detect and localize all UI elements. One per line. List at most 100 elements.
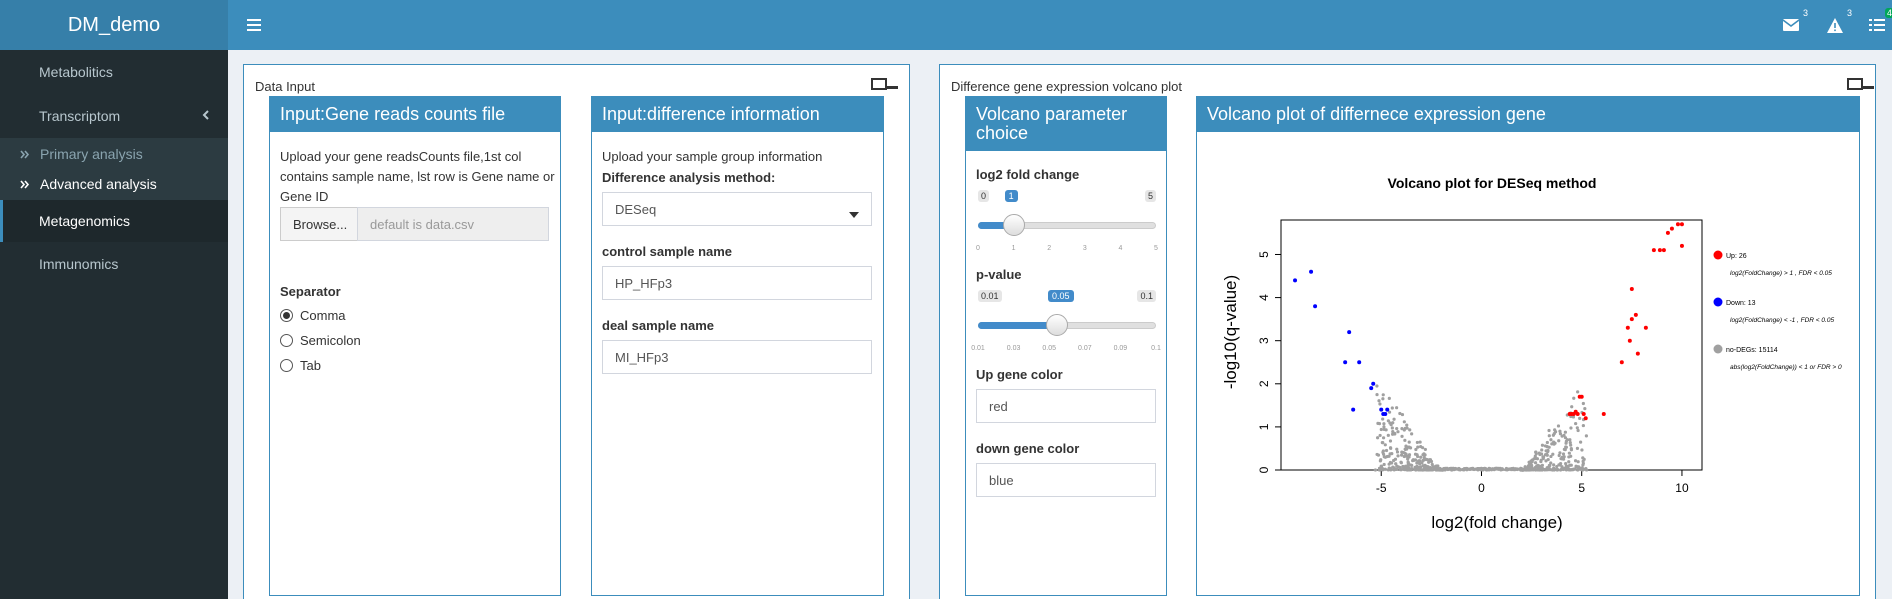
- non-deg-point: [1581, 423, 1585, 428]
- file-name-field[interactable]: default is data.csv: [357, 207, 549, 241]
- sidebar-item-immunomics[interactable]: Immunomics: [0, 248, 228, 280]
- warning-icon[interactable]: 3: [1824, 8, 1852, 36]
- non-deg-point: [1377, 466, 1382, 470]
- radio-unselected-icon: [280, 334, 293, 347]
- non-deg-point: [1569, 468, 1573, 472]
- non-deg-point: [1557, 463, 1561, 467]
- browse-button[interactable]: Browse...: [280, 207, 358, 241]
- non-deg-point: [1581, 459, 1585, 464]
- non-deg-point: [1381, 436, 1386, 440]
- deg-point-up: [1573, 409, 1578, 414]
- non-deg-point: [1395, 426, 1399, 431]
- non-deg-point: [1390, 406, 1394, 410]
- slider-value: 1: [1004, 190, 1018, 202]
- non-deg-point: [1381, 397, 1385, 401]
- sidebar-subitem-primary-analysis[interactable]: Primary analysis: [0, 139, 228, 169]
- volcano-plot-title: Volcano plot of differnece expression ge…: [1197, 97, 1859, 132]
- separator-radio-semicolon[interactable]: Semicolon: [280, 333, 361, 348]
- non-deg-point: [1403, 438, 1407, 442]
- radio-label: Comma: [300, 308, 346, 323]
- deal-sample-input[interactable]: MI_HFp3: [602, 340, 872, 374]
- non-deg-points: [1373, 384, 1589, 472]
- slider-tick-label: 3: [1082, 245, 1087, 252]
- non-deg-point: [1537, 468, 1541, 472]
- app-logo[interactable]: DM_demo: [0, 0, 228, 50]
- non-deg-point: [1386, 433, 1390, 437]
- non-deg-point: [1519, 468, 1523, 472]
- method-select-value: DESeq: [615, 201, 657, 217]
- non-deg-point: [1413, 467, 1417, 471]
- deg-point-up: [1629, 286, 1634, 291]
- control-sample-input[interactable]: HP_HFp3: [602, 266, 872, 300]
- axes: -5 0 5 10 0 1 2 3 4 5: [1257, 251, 1689, 495]
- control-sample-label: control sample name: [602, 244, 733, 259]
- non-deg-point: [1395, 406, 1399, 410]
- legend-label: no-DEGs: 15114: [1726, 347, 1778, 354]
- non-deg-point: [1429, 467, 1433, 471]
- non-deg-point: [1377, 399, 1381, 403]
- up-color-input[interactable]: red: [976, 389, 1156, 423]
- radio-selected-icon: [280, 309, 293, 322]
- sidebar-subitem-advanced-analysis[interactable]: Advanced analysis: [0, 169, 228, 199]
- non-deg-point: [1561, 452, 1566, 456]
- slider-max: 5: [1144, 190, 1156, 202]
- non-deg-point: [1537, 451, 1541, 455]
- non-deg-point: [1579, 440, 1583, 444]
- sidebar-item-label: Metabolitics: [39, 64, 113, 80]
- non-deg-point: [1381, 450, 1385, 454]
- sidebar-item-metagenomics[interactable]: Metagenomics: [0, 200, 228, 242]
- p-value-slider[interactable]: 0.01 0.1 0.05 0.01 0.03 0.05 0.07 0.09 0.1: [971, 290, 1161, 362]
- fold-change-slider[interactable]: 0 5 1 0 1 2 3 4 5: [976, 190, 1158, 262]
- non-deg-point: [1381, 417, 1385, 421]
- non-deg-point: [1553, 441, 1557, 445]
- deg-point-up: [1601, 411, 1606, 416]
- tasks-icon[interactable]: 4: [1866, 8, 1892, 36]
- non-deg-point: [1377, 421, 1382, 426]
- non-deg-point: [1380, 441, 1384, 445]
- sidebar: Metabolitics Transcriptom Primary analys…: [0, 50, 228, 599]
- slider-tick-label: 0: [976, 245, 980, 252]
- slider-tick-label: 1: [1011, 245, 1016, 252]
- slider-handle[interactable]: [1046, 314, 1069, 336]
- non-deg-point: [1530, 460, 1534, 464]
- non-deg-point: [1407, 453, 1412, 457]
- non-deg-point: [1425, 458, 1429, 462]
- slider-handle[interactable]: [1002, 214, 1025, 236]
- non-deg-point: [1382, 462, 1386, 467]
- collapse-icon[interactable]: [1847, 77, 1875, 93]
- radio-label: Tab: [300, 358, 321, 373]
- deg-point-down: [1313, 304, 1318, 309]
- y-axis-label: -log10(q-value): [1221, 275, 1240, 389]
- y-tick-label: 0: [1257, 466, 1271, 473]
- deal-sample-label: deal sample name: [602, 318, 714, 333]
- non-deg-point: [1564, 461, 1568, 466]
- sidebar-item-metabolitics[interactable]: Metabolitics: [0, 56, 228, 88]
- legend-criteria: log2(FoldChange) > 1 , FDR < 0.05: [1730, 270, 1832, 277]
- sidebar-toggle-icon[interactable]: [242, 13, 266, 37]
- non-deg-point: [1453, 466, 1458, 471]
- non-deg-point: [1484, 468, 1488, 472]
- messages-icon[interactable]: 3: [1780, 8, 1808, 36]
- separator-radio-comma[interactable]: Comma: [280, 308, 346, 323]
- deg-point-up: [1625, 325, 1630, 330]
- deg-point-down: [1371, 381, 1376, 386]
- non-deg-point: [1390, 461, 1394, 465]
- legend-marker: [1713, 297, 1723, 307]
- non-deg-point: [1389, 423, 1393, 427]
- sidebar-item-transcriptom[interactable]: Transcriptom: [0, 100, 228, 132]
- y-tick-label: 5: [1257, 251, 1271, 258]
- non-deg-point: [1533, 468, 1538, 472]
- deg-point-down: [1343, 360, 1348, 365]
- deg-point-up: [1583, 416, 1588, 421]
- collapse-icon[interactable]: [871, 77, 899, 93]
- down-color-input[interactable]: blue: [976, 463, 1156, 497]
- volcano-params-title: Volcano parameter choice: [966, 97, 1166, 151]
- slider-tick-label: 5: [1154, 245, 1158, 252]
- down-color-label: down gene color: [976, 441, 1080, 456]
- x-tick-label: 10: [1675, 481, 1689, 495]
- method-select[interactable]: DESeq: [602, 192, 872, 226]
- non-deg-point: [1400, 434, 1404, 438]
- non-deg-point: [1387, 466, 1391, 470]
- non-deg-point: [1567, 460, 1571, 464]
- separator-radio-tab[interactable]: Tab: [280, 358, 321, 373]
